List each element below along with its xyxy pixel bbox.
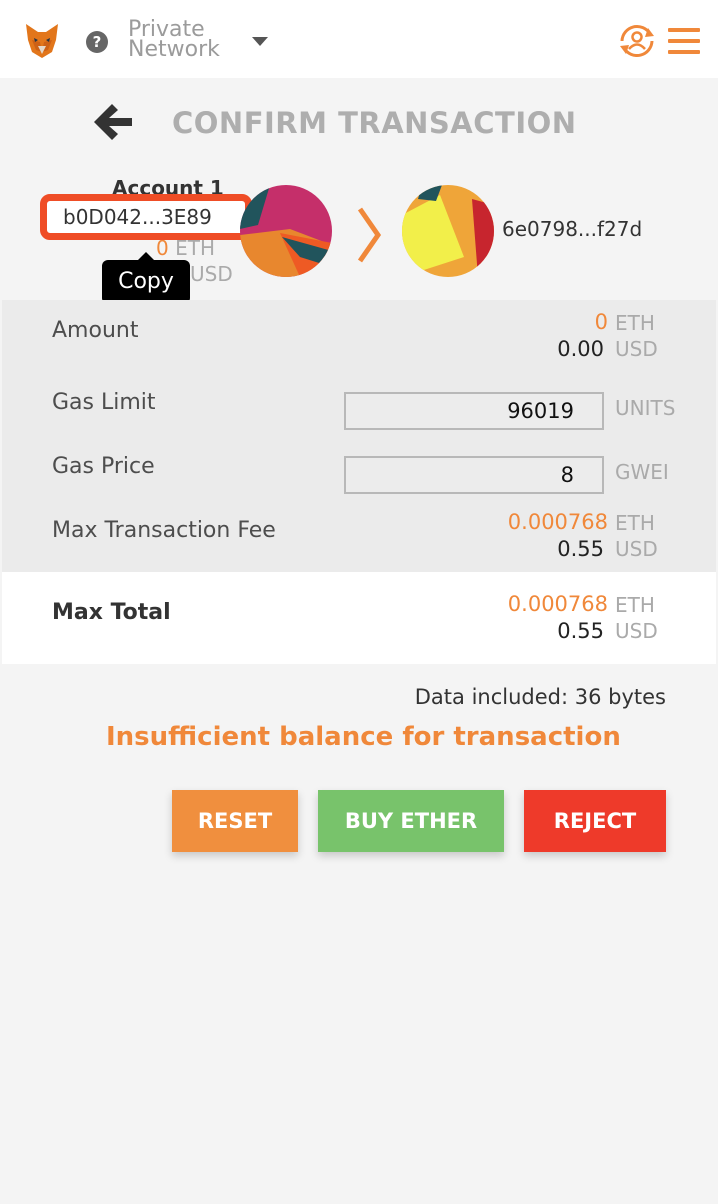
max-fee-label: Max Transaction Fee: [52, 518, 276, 543]
app-header: ? Private Network: [0, 0, 718, 78]
data-included-text: Data included: 36 bytes: [414, 685, 666, 709]
amount-label: Amount: [52, 318, 139, 343]
network-selector[interactable]: Private Network: [128, 19, 220, 62]
amount-usd-value: 0.00: [557, 337, 604, 361]
account-switch-icon[interactable]: [616, 22, 658, 60]
account-identicon: [240, 185, 332, 277]
max-total-label: Max Total: [52, 600, 171, 625]
gas-price-unit: GWEI: [615, 460, 669, 484]
max-fee-usd-unit: USD: [615, 537, 658, 561]
help-icon[interactable]: ?: [86, 31, 108, 53]
gas-limit-label: Gas Limit: [52, 390, 156, 415]
recipient-identicon: [402, 185, 494, 277]
gas-price-label: Gas Price: [52, 454, 155, 479]
max-fee-usd-value: 0.55: [557, 537, 604, 561]
max-fee-eth-unit: ETH: [615, 511, 655, 535]
gas-limit-unit: UNITS: [615, 396, 676, 420]
amount-eth-value: 0: [594, 310, 608, 334]
dropdown-caret-icon[interactable]: [252, 37, 268, 46]
page-title: CONFIRM TRANSACTION: [172, 106, 577, 140]
copy-tooltip: Copy: [102, 252, 190, 304]
balance-usd-unit: USD: [190, 262, 233, 286]
metamask-fox-icon[interactable]: [22, 20, 62, 60]
max-fee-eth-value: 0.000768: [507, 510, 608, 534]
insufficient-balance-error: Insufficient balance for transaction: [106, 722, 621, 752]
back-arrow-icon[interactable]: [94, 104, 132, 140]
max-total-eth-value: 0.000768: [507, 592, 608, 616]
from-address-copy[interactable]: b0D042...3E89: [40, 194, 252, 240]
amount-usd-unit: USD: [615, 337, 658, 361]
network-name-line2: Network: [128, 37, 220, 62]
max-total-eth-unit: ETH: [615, 593, 655, 617]
hamburger-menu-icon[interactable]: [668, 28, 700, 54]
gas-price-input[interactable]: 8: [344, 456, 604, 494]
chevron-right-icon: [357, 207, 382, 263]
amount-eth-unit: ETH: [615, 311, 655, 335]
max-total-usd-unit: USD: [615, 619, 658, 643]
reject-button[interactable]: REJECT: [524, 790, 666, 852]
buy-ether-button[interactable]: BUY ETHER: [318, 790, 504, 852]
gas-limit-input[interactable]: 96019: [344, 392, 604, 430]
reset-button[interactable]: RESET: [172, 790, 298, 852]
max-total-usd-value: 0.55: [557, 619, 604, 643]
recipient-address: 6e0798...f27d: [502, 217, 643, 241]
